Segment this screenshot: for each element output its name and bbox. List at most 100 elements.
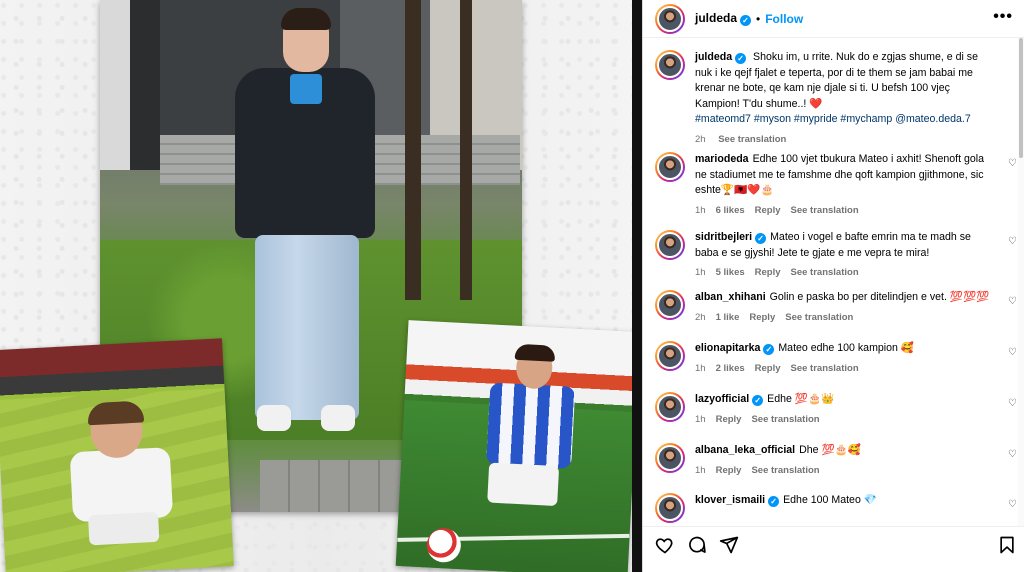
comment-like-heart-icon[interactable]: ♡ bbox=[1008, 449, 1017, 460]
see-translation-link[interactable]: See translation bbox=[791, 205, 859, 216]
white-sneaker bbox=[257, 405, 291, 431]
verified-badge-icon: ✓ bbox=[752, 395, 764, 406]
comment-text: Edhe 💯🎂👑 bbox=[767, 393, 835, 405]
commenter-avatar[interactable] bbox=[655, 392, 685, 422]
caption-time: 2h bbox=[695, 133, 706, 145]
commenter-avatar[interactable] bbox=[655, 152, 685, 182]
comment-meta: 1h Reply See translation bbox=[695, 412, 995, 428]
comment-meta: 1h Reply See translation bbox=[695, 463, 995, 479]
post-media[interactable] bbox=[0, 0, 642, 572]
scrollbar-thumb[interactable] bbox=[1019, 38, 1023, 158]
comment-time: 1h bbox=[695, 362, 706, 374]
author-username[interactable]: juldeda ✓ bbox=[695, 11, 752, 26]
verified-badge-icon: ✓ bbox=[768, 496, 780, 507]
photo-player-with-ball bbox=[395, 320, 641, 572]
man-figure bbox=[235, 8, 375, 450]
commenter-username[interactable]: alban_xhihani bbox=[695, 291, 766, 303]
comment-like-heart-icon[interactable]: ♡ bbox=[1008, 398, 1017, 409]
reply-button[interactable]: Reply bbox=[716, 465, 742, 476]
tree-trunk bbox=[405, 0, 421, 300]
see-translation-link[interactable]: See translation bbox=[791, 363, 859, 374]
commenter-username[interactable]: sidritbejleri ✓ bbox=[695, 231, 767, 244]
action-bar bbox=[643, 526, 1024, 560]
heart-emoji: ❤️ bbox=[809, 97, 823, 110]
commenter-avatar[interactable] bbox=[655, 341, 685, 371]
comment-time: 1h bbox=[695, 204, 706, 216]
media-panel-divider bbox=[632, 0, 642, 572]
tree-trunk bbox=[460, 0, 472, 300]
comment-text: Edhe 100 Mateo 💎 bbox=[783, 494, 877, 506]
comment-time: 1h bbox=[695, 413, 706, 425]
caption-hashtags[interactable]: #mateomd7 #myson #mypride #mychamp @mate… bbox=[695, 113, 971, 125]
reply-button[interactable]: Reply bbox=[716, 414, 742, 425]
reply-button[interactable]: Reply bbox=[755, 267, 781, 278]
commenter-username[interactable]: mariodeda bbox=[695, 153, 749, 165]
comment-time: 1h bbox=[695, 464, 706, 476]
comment-text: Golin e paska bo per ditelindjen e vet. … bbox=[769, 291, 990, 303]
caption-username[interactable]: juldeda ✓ bbox=[695, 51, 747, 64]
hair bbox=[281, 8, 331, 30]
see-translation-link[interactable]: See translation bbox=[718, 134, 786, 145]
blue-collar bbox=[290, 74, 322, 104]
comment-meta: 1h 6 likes Reply See translation bbox=[695, 203, 995, 219]
heart-icon[interactable] bbox=[655, 535, 675, 555]
reply-button[interactable]: Reply bbox=[749, 312, 775, 323]
comment-text: Mateo edhe 100 kampion 🥰 bbox=[778, 342, 915, 354]
caption-meta: 2h See translation bbox=[695, 132, 995, 148]
commenter-avatar[interactable] bbox=[655, 230, 685, 260]
comment-like-heart-icon[interactable]: ♡ bbox=[1008, 296, 1017, 307]
comment-like-heart-icon[interactable]: ♡ bbox=[1008, 499, 1017, 510]
instagram-post-view: juldeda ✓ • Follow ••• juldeda ✓ Shoku im,… bbox=[0, 0, 1024, 572]
player-figure bbox=[446, 343, 587, 570]
author-avatar[interactable] bbox=[655, 50, 685, 80]
more-options-icon[interactable]: ••• bbox=[993, 8, 1013, 26]
comment-like-heart-icon[interactable]: ♡ bbox=[1008, 347, 1017, 358]
white-kit-shirt bbox=[69, 447, 174, 523]
child-figure bbox=[67, 400, 185, 567]
comments-list[interactable]: juldeda ✓ Shoku im, u rrite. Nuk do e zgj… bbox=[643, 38, 1024, 526]
comment-like-heart-icon[interactable]: ♡ bbox=[1008, 158, 1017, 169]
comment-likes[interactable]: 1 like bbox=[716, 312, 740, 323]
commenter-username[interactable]: klover_ismaili ✓ bbox=[695, 494, 780, 507]
see-translation-link[interactable]: See translation bbox=[785, 312, 853, 323]
verified-badge-icon: ✓ bbox=[755, 233, 767, 244]
white-shorts bbox=[87, 511, 160, 546]
child-hair bbox=[87, 400, 145, 426]
comment-likes[interactable]: 2 likes bbox=[716, 363, 745, 374]
comment-meta: 1h 2 likes Reply See translation bbox=[695, 361, 995, 377]
commenter-username[interactable]: albana_leka_official bbox=[695, 444, 795, 456]
verified-badge-icon: ✓ bbox=[763, 344, 775, 355]
player-hair bbox=[514, 343, 556, 362]
post-header: juldeda ✓ • Follow ••• bbox=[643, 0, 1024, 38]
commenter-avatar[interactable] bbox=[655, 290, 685, 320]
see-translation-link[interactable]: See translation bbox=[751, 414, 819, 425]
comment-time: 2h bbox=[695, 311, 706, 323]
commenter-avatar[interactable] bbox=[655, 443, 685, 473]
white-sneaker bbox=[321, 405, 355, 431]
comment-likes[interactable]: 5 likes bbox=[716, 267, 745, 278]
see-translation-link[interactable]: See translation bbox=[791, 267, 859, 278]
comment-text: Dhe 💯🎂🥰 bbox=[799, 444, 862, 456]
reply-button[interactable]: Reply bbox=[755, 363, 781, 374]
comment-like-heart-icon[interactable]: ♡ bbox=[1008, 236, 1017, 247]
white-shorts bbox=[487, 462, 560, 507]
striped-kit-shirt bbox=[486, 382, 576, 469]
photo-child-on-field bbox=[0, 338, 234, 572]
comment-meta: 1h 5 likes Reply See translation bbox=[695, 265, 995, 281]
author-avatar[interactable] bbox=[655, 3, 685, 34]
verified-badge-icon: ✓ bbox=[740, 15, 752, 26]
commenter-avatar[interactable] bbox=[655, 493, 685, 523]
follow-button[interactable]: Follow bbox=[765, 12, 803, 26]
comment-meta: 2h 1 like Reply See translation bbox=[695, 310, 995, 326]
bookmark-icon[interactable] bbox=[997, 535, 1017, 555]
share-icon[interactable] bbox=[719, 535, 739, 555]
commenter-username[interactable]: elionapitarka ✓ bbox=[695, 342, 775, 355]
reply-button[interactable]: Reply bbox=[755, 205, 781, 216]
see-translation-link[interactable]: See translation bbox=[751, 465, 819, 476]
comment-likes[interactable]: 6 likes bbox=[716, 205, 745, 216]
comment-time: 1h bbox=[695, 267, 706, 278]
commenter-username[interactable]: lazyofficial ✓ bbox=[695, 393, 764, 406]
light-blue-pants bbox=[255, 235, 359, 420]
comments-scrollbar[interactable] bbox=[1018, 38, 1024, 526]
comment-icon[interactable] bbox=[687, 535, 707, 555]
